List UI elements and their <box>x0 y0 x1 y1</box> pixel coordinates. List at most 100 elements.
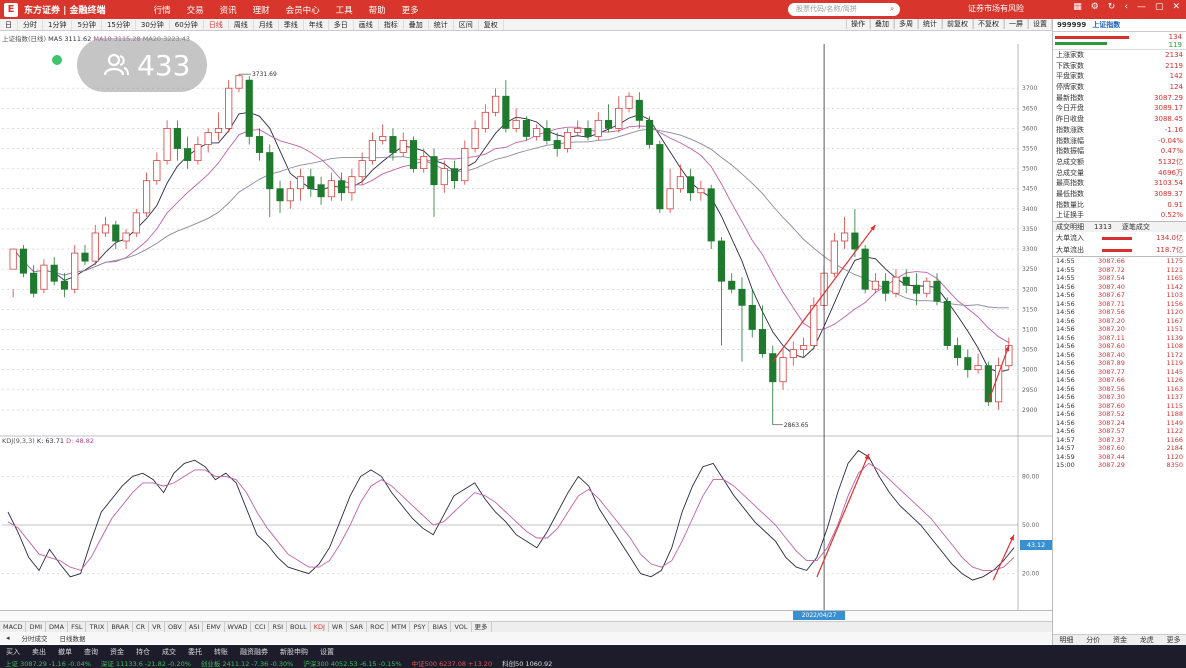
indicator-tab[interactable]: BRAR <box>108 622 133 632</box>
trade-action[interactable]: 设置 <box>320 647 334 657</box>
menu-item[interactable]: 交易 <box>187 4 204 16</box>
period-tab[interactable]: 15分钟 <box>102 19 136 30</box>
toolbar-right-item[interactable]: 多周 <box>894 19 918 29</box>
indicator-tab[interactable]: WR <box>329 622 347 632</box>
trade-action[interactable]: 成交 <box>162 647 176 657</box>
indicator-tab[interactable]: CR <box>133 622 150 632</box>
period-tab[interactable]: 叠加 <box>404 19 429 30</box>
trade-action[interactable]: 融资融券 <box>240 647 268 657</box>
ticker-item[interactable]: 沪深300 4052.53 -6.15 -0.15% <box>303 658 401 668</box>
panel-footer-tab[interactable]: 明细 <box>1059 635 1073 645</box>
tick-header-title[interactable]: 成交明细 <box>1056 222 1084 232</box>
period-tab[interactable]: 统计 <box>429 19 454 30</box>
menu-item[interactable]: 理财 <box>253 4 270 16</box>
ticker-item[interactable]: 中证500 6237.08 +13.20 <box>412 658 492 668</box>
quote-name[interactable]: 上证指数 <box>1092 20 1120 30</box>
indicator-tab[interactable]: DMA <box>46 622 69 632</box>
trade-action[interactable]: 卖出 <box>32 647 46 657</box>
period-tab[interactable]: 月线 <box>254 19 279 30</box>
price-chart[interactable]: 2900 2950 3000 3050 3100 3150 3200 3250 3300 3350… <box>0 44 1052 610</box>
trade-action[interactable]: 持仓 <box>136 647 150 657</box>
period-tab[interactable]: 1分钟 <box>43 19 73 30</box>
period-tab[interactable]: 多日 <box>329 19 354 30</box>
search-input[interactable]: 股票代码/名称/简拼 ⌕ <box>788 3 900 16</box>
period-tab[interactable]: 画线 <box>354 19 379 30</box>
tab-tick-detail[interactable]: 分时成交 <box>16 633 54 643</box>
period-tab[interactable]: 年线 <box>304 19 329 30</box>
period-tab[interactable]: 日 <box>0 19 18 30</box>
settings-icon[interactable]: ⚙ <box>1091 2 1099 12</box>
indicator-tab[interactable]: BIAS <box>429 622 452 632</box>
indicator-tab[interactable]: OBV <box>165 622 186 632</box>
ticker-item[interactable]: 上证 3087.29 -1.16 -0.04% <box>5 658 91 668</box>
indicator-tab[interactable]: TRIX <box>86 622 109 632</box>
indicator-tab[interactable]: BOLL <box>287 622 311 632</box>
toolbar-right-item[interactable]: 前复权 <box>942 19 973 29</box>
indicator-tab[interactable]: VOL <box>451 622 472 632</box>
indicator-tab[interactable]: VR <box>149 622 166 632</box>
panel-footer-tab[interactable]: 龙虎 <box>1140 635 1154 645</box>
toolbar-right-item[interactable]: 一屏 <box>1004 19 1028 29</box>
menu-item[interactable]: 更多 <box>402 4 419 16</box>
trade-action[interactable]: 资金 <box>110 647 124 657</box>
indicator-tab[interactable]: EMV <box>203 622 225 632</box>
tick-header-mode[interactable]: 逐笔成交 <box>1122 222 1150 232</box>
indicator-tab[interactable]: ROC <box>367 622 389 632</box>
period-tab[interactable]: 复权 <box>479 19 504 30</box>
toolbar-right-item[interactable]: 不复权 <box>973 19 1004 29</box>
period-tab[interactable]: 区间 <box>454 19 479 30</box>
candle-body <box>389 136 397 153</box>
indicator-tab[interactable]: CCI <box>251 622 270 632</box>
indicator-tab[interactable]: RSI <box>269 622 288 632</box>
scroll-left-icon[interactable]: ◂ <box>0 634 16 642</box>
panel-footer-tab[interactable]: 更多 <box>1167 635 1181 645</box>
trade-action[interactable]: 转账 <box>214 647 228 657</box>
back-icon[interactable]: ‹ <box>1124 2 1128 12</box>
period-tab[interactable]: 季线 <box>279 19 304 30</box>
ticker-item[interactable]: 科创50 1060.92 <box>502 658 552 668</box>
period-tab[interactable]: 分时 <box>18 19 43 30</box>
period-tab[interactable]: 60分钟 <box>170 19 204 30</box>
maximize-icon[interactable]: ▢ <box>1155 2 1164 12</box>
menu-item[interactable]: 资讯 <box>220 4 237 16</box>
close-icon[interactable]: ✕ <box>1172 2 1180 12</box>
trade-action[interactable]: 撤单 <box>58 647 72 657</box>
tab-daily-data[interactable]: 日线数据 <box>54 633 92 643</box>
tick-list[interactable]: 14:55 3087.66 1175 14:55 3087.72 1121 14:55 308… <box>1053 256 1186 470</box>
indicator-tab[interactable]: PSY <box>410 622 430 632</box>
panel-footer-tab[interactable]: 分价 <box>1086 635 1100 645</box>
ticker-item[interactable]: 创业板 2411.12 -7.36 -0.30% <box>201 658 293 668</box>
indicator-tab[interactable]: MTM <box>388 622 411 632</box>
toolbar-right-item[interactable]: 统计 <box>918 19 942 29</box>
menu-item[interactable]: 工具 <box>336 4 353 16</box>
indicator-tab[interactable]: MACD <box>0 622 27 632</box>
period-tab[interactable]: 日线 <box>204 19 229 30</box>
indicator-tab[interactable]: WVAD <box>225 622 252 632</box>
indicator-tab[interactable]: 更多 <box>472 622 492 632</box>
trade-action[interactable]: 委托 <box>188 647 202 657</box>
minimize-icon[interactable]: — <box>1137 2 1146 12</box>
toolbar-right-item[interactable]: 叠加 <box>870 19 894 29</box>
refresh-icon[interactable]: ↻ <box>1108 2 1116 12</box>
ticker-item[interactable]: 深证 11133.6 -21.82 -0.20% <box>101 658 191 668</box>
grid-icon[interactable]: ▦ <box>1073 2 1082 12</box>
search-icon[interactable]: ⌕ <box>890 3 894 16</box>
trade-action[interactable]: 查询 <box>84 647 98 657</box>
indicator-tab[interactable]: ASI <box>186 622 204 632</box>
indicator-tab[interactable]: DMI <box>26 622 47 632</box>
period-tab[interactable]: 周线 <box>229 19 254 30</box>
menu-item[interactable]: 帮助 <box>369 4 386 16</box>
indicator-tab[interactable]: SAR <box>347 622 368 632</box>
trade-action[interactable]: 新股申购 <box>280 647 308 657</box>
toolbar-right-item[interactable]: 操作 <box>846 19 870 29</box>
panel-footer-tab[interactable]: 资金 <box>1113 635 1127 645</box>
indicator-tab[interactable]: FSL <box>68 622 87 632</box>
menu-item[interactable]: 行情 <box>154 4 171 16</box>
toolbar-right-item[interactable]: 设置 <box>1028 19 1052 29</box>
period-tab[interactable]: 30分钟 <box>136 19 170 30</box>
trade-action[interactable]: 买入 <box>6 647 20 657</box>
period-tab[interactable]: 指标 <box>379 19 404 30</box>
period-tab[interactable]: 5分钟 <box>72 19 102 30</box>
menu-item[interactable]: 会员中心 <box>286 4 320 16</box>
indicator-tab[interactable]: KDJ <box>311 622 329 632</box>
